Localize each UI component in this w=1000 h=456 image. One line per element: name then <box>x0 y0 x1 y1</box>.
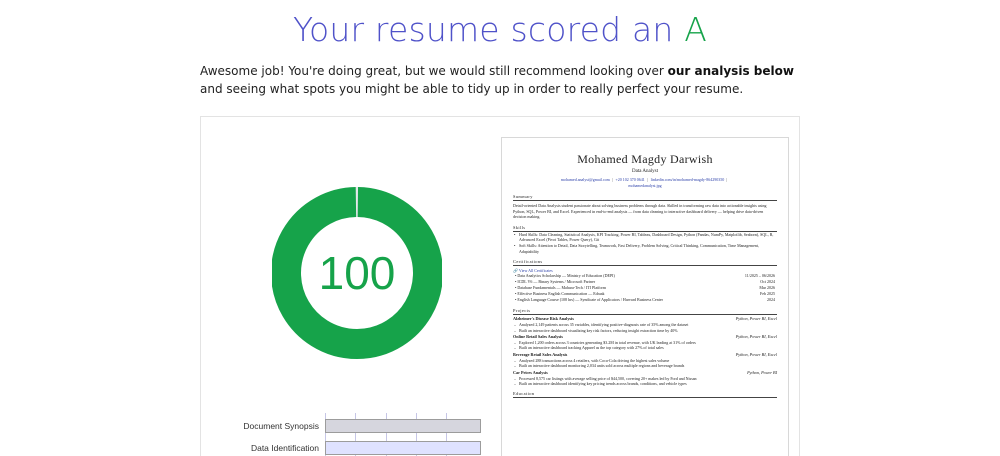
page-headline: Your resume scored an A <box>0 10 1000 49</box>
score-donut-chart: 100 <box>271 161 443 381</box>
grade-letter: A <box>684 10 708 49</box>
bar-track <box>325 419 481 433</box>
bar-row-data-identification: Data Identification <box>241 439 481 456</box>
project-bullet: Built an interactive dashboard monitorin… <box>513 363 777 369</box>
intro-text-start: Awesome job! You're doing great, but we … <box>200 64 668 78</box>
intro-bold-link: our analysis below <box>667 64 794 78</box>
analysis-panel: 100 Document Synopsis Data Identificatio… <box>200 116 800 456</box>
summary-text: Detail-oriented Data Analysis student pa… <box>513 203 767 220</box>
bar-row-document-synopsis: Document Synopsis <box>241 417 481 435</box>
project-list: Alzheimer's Disease Risk Analysis Python,… <box>513 316 777 387</box>
email-link[interactable]: mohamed.analyst@gmail.com <box>561 177 610 182</box>
project-bullet: Built an interactive dashboard tracking … <box>513 345 777 351</box>
project-bullet: Built an interactive dashboard identifyi… <box>513 381 777 387</box>
resume-contacts: mohamed.analyst@gmail.com | +20 102 370 0… <box>560 177 728 188</box>
intro-paragraph: Awesome job! You're doing great, but we … <box>200 62 800 98</box>
education-heading: Education <box>513 391 777 399</box>
bar-fill <box>326 420 480 432</box>
linkedin-link[interactable]: linkedin.com/in/mohamed-magdy-864290350 <box>651 177 725 182</box>
score-value: 100 <box>318 247 396 299</box>
skill-item: Hard Skills: Data Cleaning, Statistical … <box>513 232 777 243</box>
intro-text-end: and seeing what spots you might be able … <box>200 82 744 96</box>
certification-list: • Data Analytics Scholarship — Ministry … <box>513 273 777 303</box>
skill-item: Soft Skills: Attention to Detail, Data S… <box>513 243 777 254</box>
certification-date: 2024 <box>767 297 775 303</box>
certification-row: • English Language Course (108 hrs) — Sy… <box>513 297 777 303</box>
analysis-bar-chart: Document Synopsis Data Identification <box>241 417 481 456</box>
portfolio-link[interactable]: mohamedanalyst.jpg <box>628 183 661 188</box>
projects-heading: Projects <box>513 308 777 316</box>
resume-preview[interactable]: Mohamed Magdy Darwish Data Analyst moham… <box>501 137 789 456</box>
bar-label: Document Synopsis <box>243 421 319 431</box>
certifications-heading: Certifications <box>513 259 777 267</box>
resume-title: Data Analyst <box>632 169 658 174</box>
summary-heading: Summary <box>513 194 777 201</box>
bar-track <box>325 441 481 455</box>
skills-heading: Skills <box>513 225 777 232</box>
resume-name: Mohamed Magdy Darwish <box>577 152 713 166</box>
project-bullet: Built an interactive dashboard visualizi… <box>513 328 777 334</box>
phone-link[interactable]: +20 102 370 0641 <box>616 177 645 182</box>
bar-label: Data Identification <box>250 443 319 453</box>
certification-name: • English Language Course (108 hrs) — Sy… <box>515 297 663 303</box>
headline-text: Your resume scored an <box>292 10 685 49</box>
bar-fill <box>326 442 480 454</box>
